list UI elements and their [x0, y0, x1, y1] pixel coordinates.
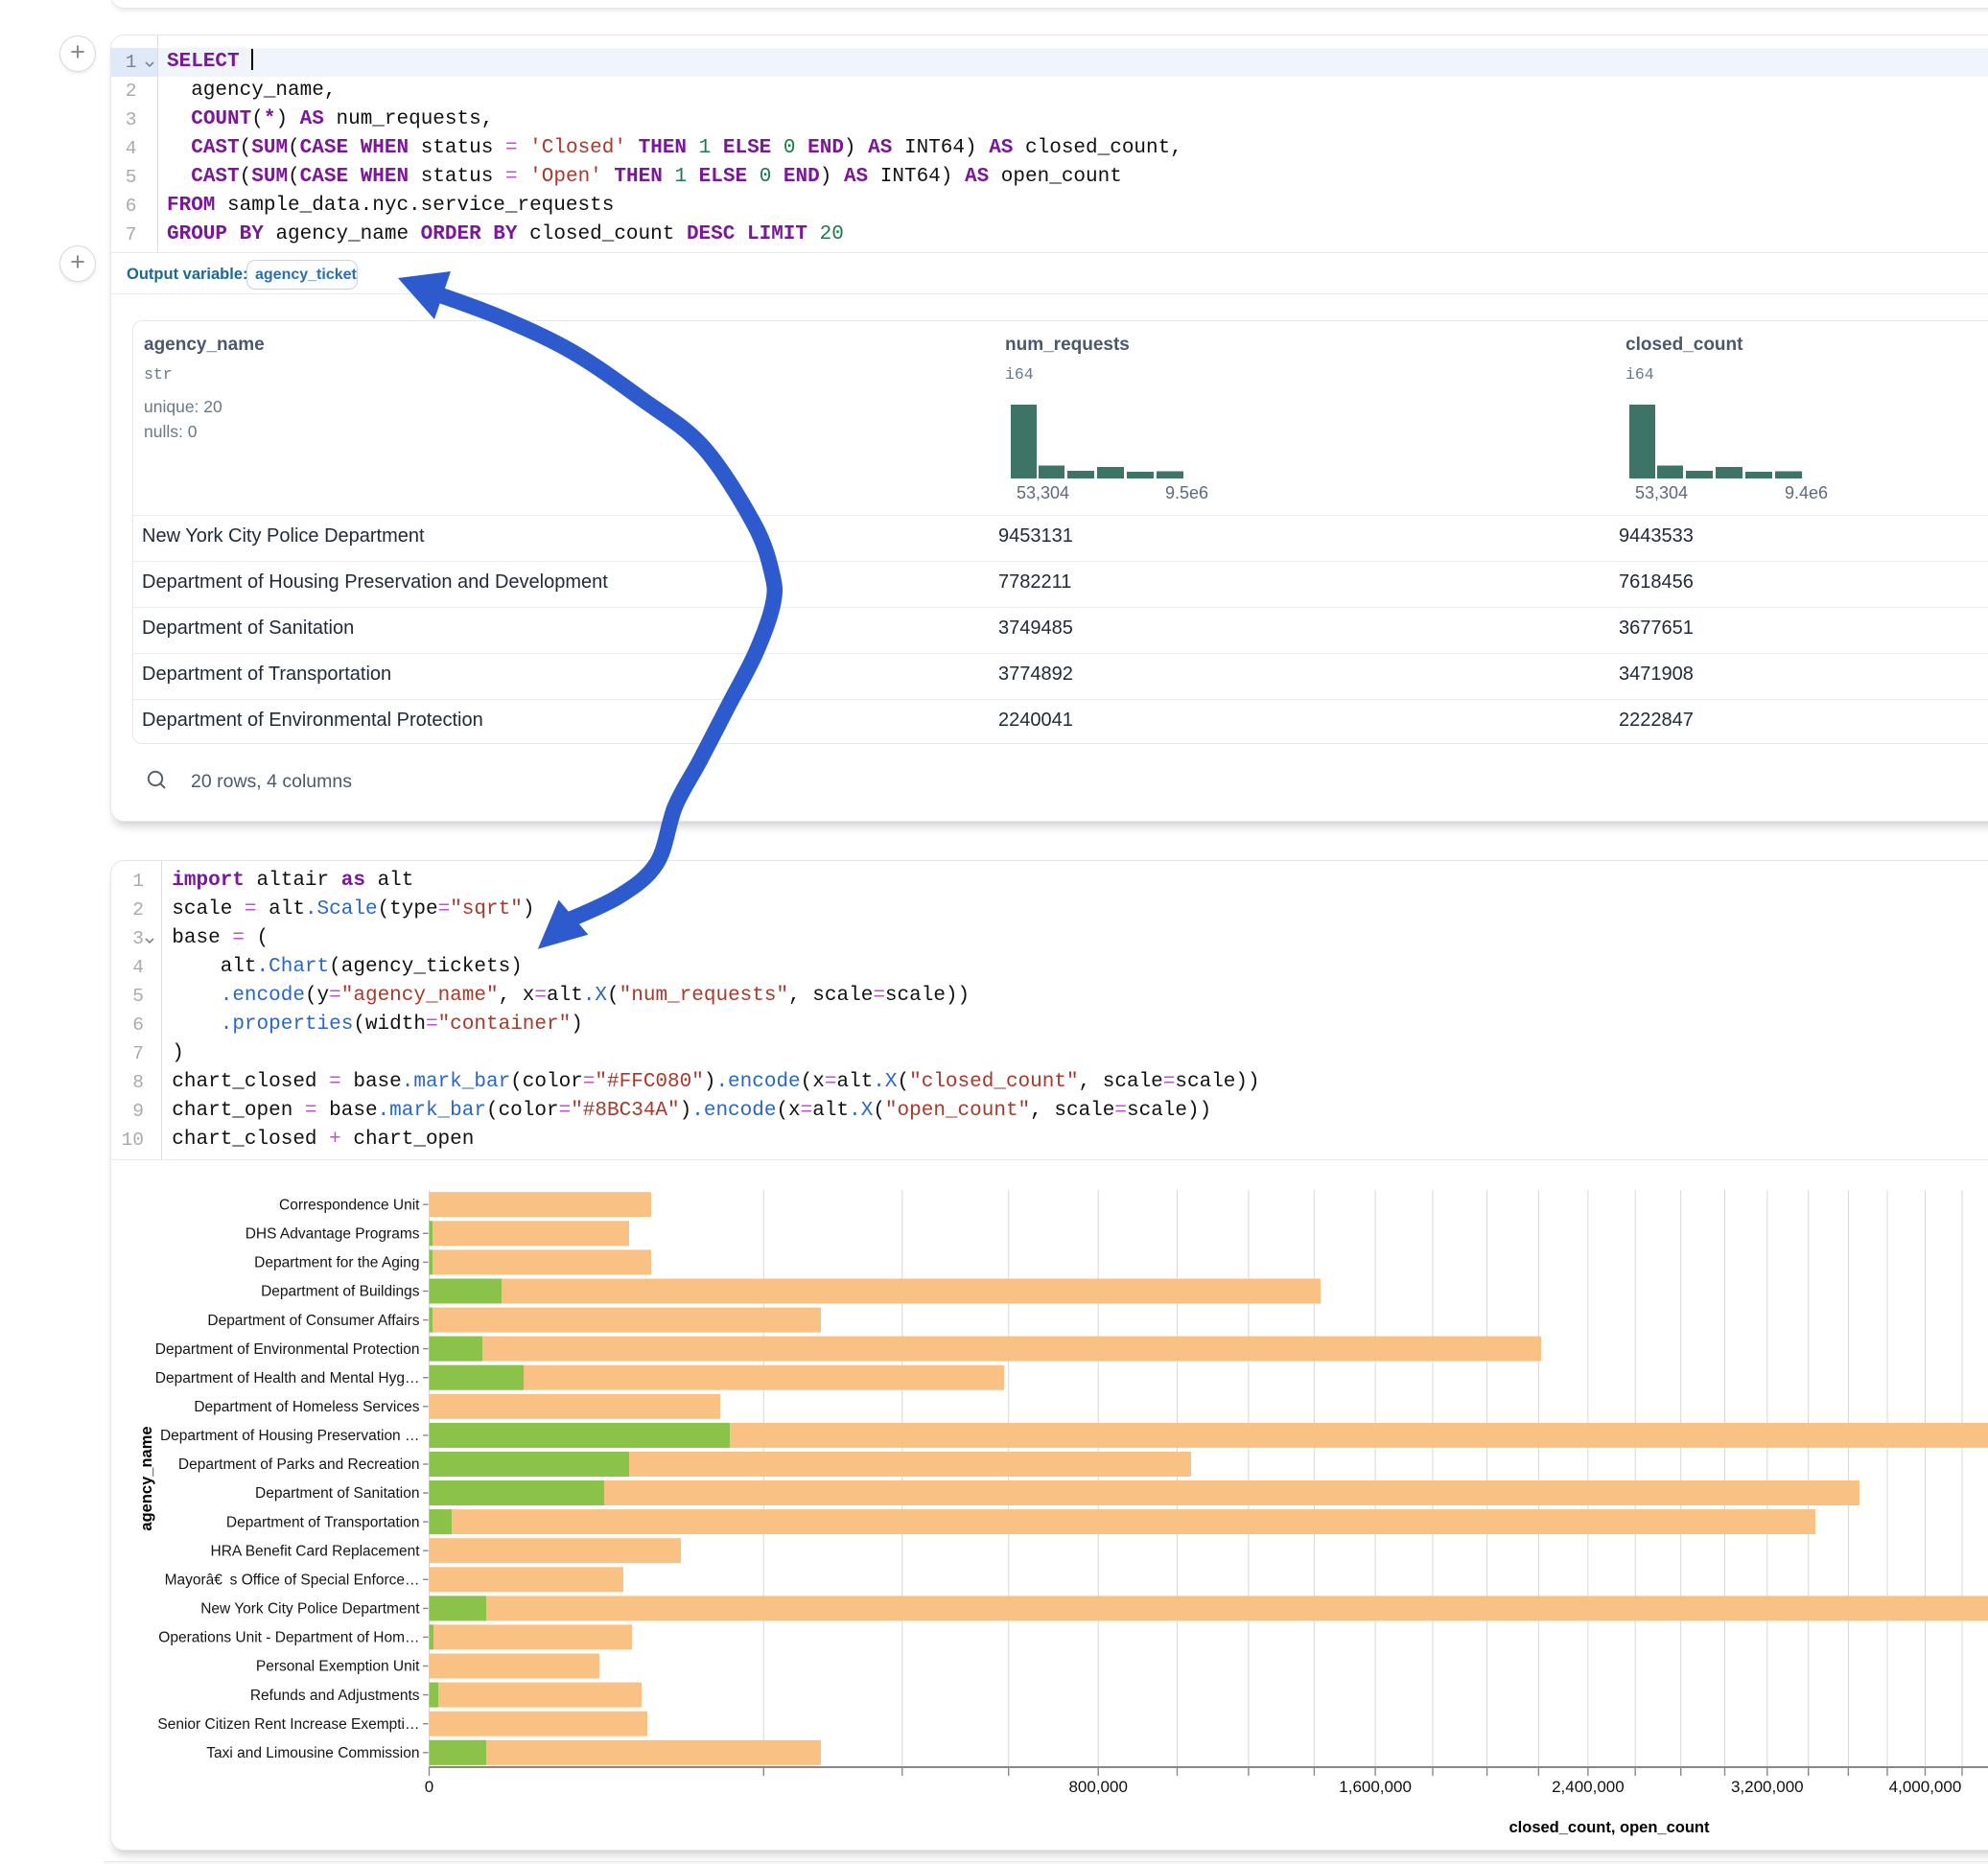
svg-text:Department of Homeless Service: Department of Homeless Services [194, 1399, 419, 1415]
svg-text:2,400,000: 2,400,000 [1552, 1778, 1625, 1796]
svg-text:Mayorâ€ s Office of Special En: Mayorâ€ s Office of Special Enforce… [165, 1573, 420, 1589]
svg-text:Department of Housing Preserva: Department of Housing Preservation … [160, 1428, 420, 1444]
svg-text:agency_name: agency_name [138, 1426, 155, 1530]
svg-text:0: 0 [425, 1778, 433, 1796]
svg-text:Personal Exemption Unit: Personal Exemption Unit [256, 1659, 420, 1675]
svg-text:Department of Transportation: Department of Transportation [226, 1514, 420, 1530]
svg-text:DHS Advantage Programs: DHS Advantage Programs [246, 1226, 420, 1243]
svg-text:Department of Consumer Affairs: Department of Consumer Affairs [207, 1313, 419, 1329]
svg-text:Operations Unit - Department o: Operations Unit - Department of Hom… [158, 1630, 419, 1646]
svg-text:Department of Sanitation: Department of Sanitation [255, 1485, 419, 1502]
svg-text:Refunds and Adjustments: Refunds and Adjustments [250, 1688, 420, 1704]
svg-text:Department of Parks and Recrea: Department of Parks and Recreation [178, 1456, 420, 1473]
svg-text:3,200,000: 3,200,000 [1731, 1778, 1804, 1796]
svg-text:800,000: 800,000 [1068, 1778, 1127, 1796]
svg-text:Taxi and Limousine Commission: Taxi and Limousine Commission [206, 1745, 419, 1761]
svg-text:closed_count, open_count: closed_count, open_count [1509, 1819, 1710, 1836]
svg-text:1,600,000: 1,600,000 [1339, 1778, 1412, 1796]
svg-text:New York City Police Departmen: New York City Police Department [200, 1601, 420, 1618]
svg-text:HRA Benefit Card Replacement: HRA Benefit Card Replacement [211, 1543, 421, 1559]
svg-text:Department of Health and Menta: Department of Health and Mental Hyg… [155, 1370, 420, 1386]
svg-text:Correspondence Unit: Correspondence Unit [279, 1197, 420, 1213]
svg-text:Senior Citizen Rent Increase E: Senior Citizen Rent Increase Exempti… [157, 1716, 419, 1733]
svg-text:Department for the Aging: Department for the Aging [254, 1255, 419, 1271]
svg-text:4,000,000: 4,000,000 [1889, 1778, 1962, 1796]
svg-text:Department of Environmental Pr: Department of Environmental Protection [155, 1341, 420, 1358]
svg-text:Department of Buildings: Department of Buildings [261, 1284, 420, 1300]
